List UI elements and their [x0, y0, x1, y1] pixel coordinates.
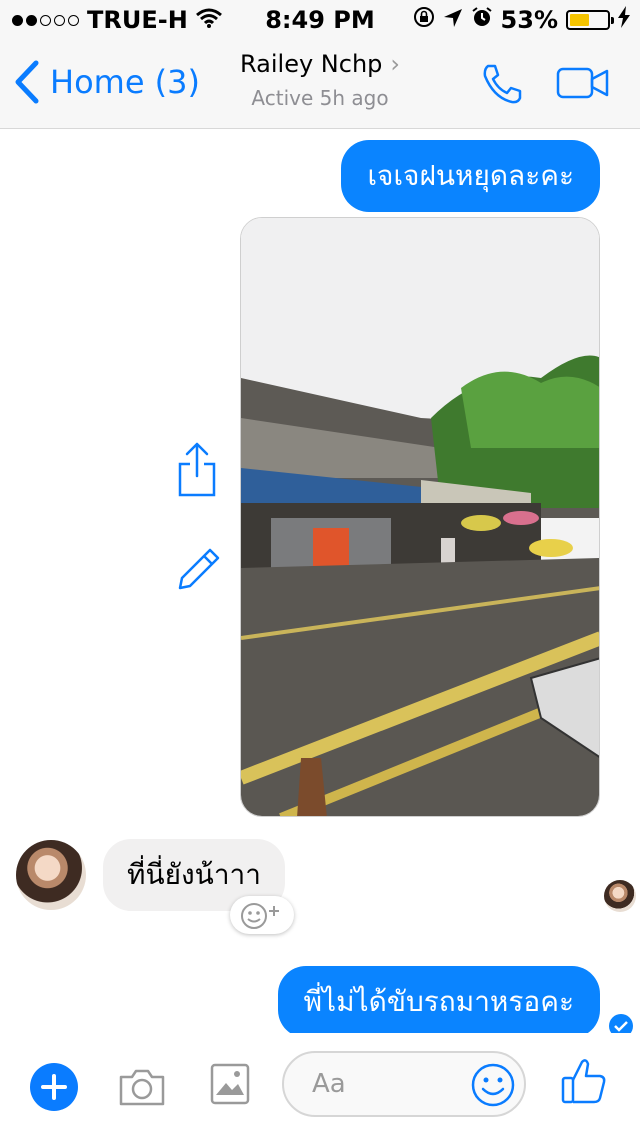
contact-avatar[interactable]	[16, 840, 86, 910]
contact-status: Active 5h ago	[251, 86, 389, 110]
message-text: เจเจฝนหยุดละคะ	[367, 159, 574, 192]
plus-button[interactable]	[30, 1063, 78, 1111]
read-receipt-avatar	[604, 880, 636, 912]
lock-rotation-icon	[413, 6, 435, 34]
share-icon[interactable]	[176, 442, 218, 502]
chevron-right-icon: ›	[390, 50, 400, 78]
battery-fill	[570, 14, 590, 26]
location-icon	[443, 6, 463, 34]
shared-photo[interactable]	[240, 217, 600, 817]
status-bar: TRUE-H 8:49 PM 53%	[0, 0, 640, 40]
contact-name-header[interactable]: Railey Nchp ›	[0, 50, 640, 78]
video-icon[interactable]	[556, 66, 610, 104]
status-right: 53%	[413, 6, 630, 34]
emoji-icon	[471, 1063, 515, 1107]
message-bubble-outgoing[interactable]: พี่ไม่ได้ขับรถมาหรอคะ	[277, 966, 600, 1038]
gallery-icon	[210, 1063, 250, 1105]
nav-bar: Home (3) Railey Nchp › Active 5h ago	[0, 40, 640, 129]
like-button[interactable]	[560, 1056, 608, 1110]
message-bubble-outgoing[interactable]: เจเจฝนหยุดละคะ	[341, 140, 600, 212]
battery-percent: 53%	[500, 6, 558, 34]
alarm-icon	[471, 6, 493, 34]
message-text: พี่ไม่ได้ขับรถมาหรอคะ	[303, 985, 574, 1018]
add-reaction-button[interactable]	[230, 896, 294, 934]
emoji-button[interactable]	[470, 1062, 516, 1112]
gallery-button[interactable]	[210, 1063, 250, 1109]
camera-button[interactable]	[118, 1067, 166, 1111]
like-icon	[561, 1059, 606, 1104]
phone-icon[interactable]	[480, 62, 524, 110]
camera-icon	[119, 1069, 165, 1106]
charging-icon	[618, 6, 630, 34]
edit-icon[interactable]	[176, 546, 222, 596]
plus-icon	[41, 1074, 67, 1100]
composer-bar: Aa	[0, 1033, 640, 1136]
message-text: ที่นี่ยังน้าาา	[127, 858, 261, 891]
add-reaction-icon	[241, 903, 279, 929]
battery-icon	[566, 10, 614, 30]
message-input-placeholder: Aa	[312, 1069, 346, 1099]
street-photo-image	[241, 218, 599, 816]
contact-name: Railey Nchp	[240, 50, 383, 78]
